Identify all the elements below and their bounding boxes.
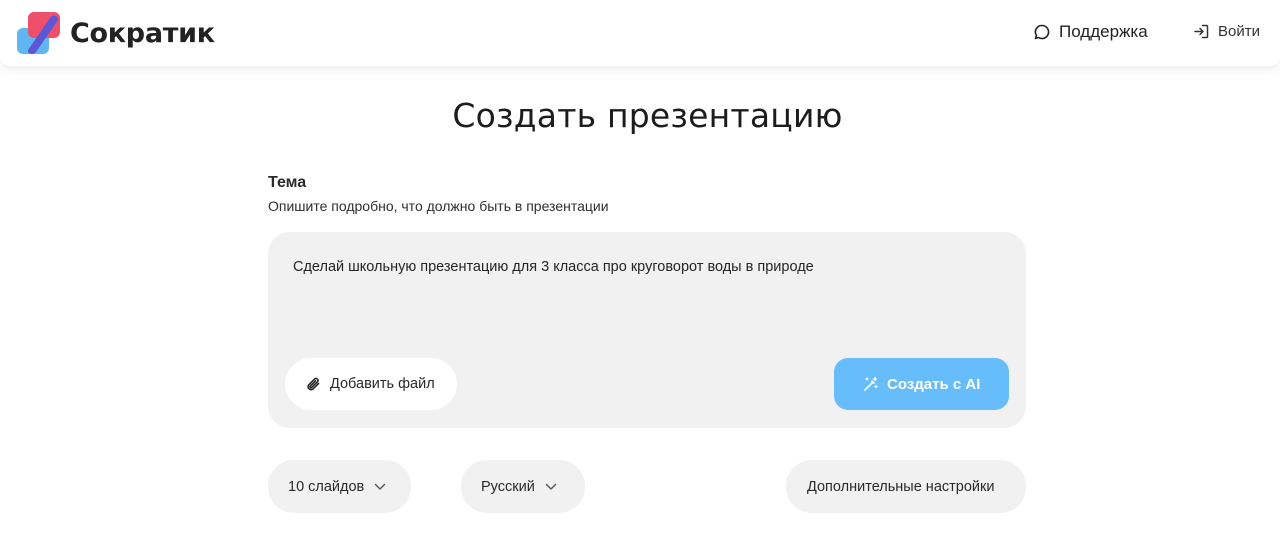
topic-label: Тема [268, 174, 307, 191]
app-name: Сократик [70, 17, 215, 49]
login-arrow-icon [1193, 23, 1210, 40]
support-label: Поддержка [1059, 22, 1148, 41]
language-value: Русский [481, 478, 535, 495]
language-select[interactable]: Русский [461, 460, 585, 513]
add-file-button[interactable]: Добавить файл [285, 358, 457, 410]
topic-input-card: Сделай школьную презентацию для 3 класса… [268, 232, 1026, 428]
login-label: Войти [1218, 23, 1260, 40]
page-title: Создать презентацию [452, 96, 843, 135]
topic-input[interactable]: Сделай школьную презентацию для 3 класса… [293, 258, 993, 276]
create-with-ai-label: Создать с AI [887, 375, 981, 393]
support-link[interactable]: Поддержка [1033, 22, 1148, 42]
login-link[interactable]: Войти [1193, 23, 1260, 40]
logo[interactable]: Сократик [14, 10, 215, 56]
create-with-ai-button[interactable]: Создать с AI [834, 358, 1009, 410]
chevron-down-icon [545, 483, 557, 491]
sokratik-logo-icon [14, 10, 64, 56]
advanced-settings-button[interactable]: Дополнительные настройки [786, 460, 1026, 513]
topic-description: Опишите подробно, что должно быть в през… [268, 198, 609, 214]
add-file-label: Добавить файл [330, 376, 435, 392]
chat-bubble-icon [1033, 23, 1051, 41]
magic-wand-icon [862, 376, 879, 393]
top-header: Сократик Поддержка Войти [0, 0, 1280, 66]
advanced-settings-label: Дополнительные настройки [807, 478, 995, 495]
slides-count-select[interactable]: 10 слайдов [268, 460, 411, 513]
slides-count-value: 10 слайдов [288, 478, 365, 495]
paperclip-icon [305, 376, 322, 393]
chevron-down-icon [374, 483, 386, 491]
